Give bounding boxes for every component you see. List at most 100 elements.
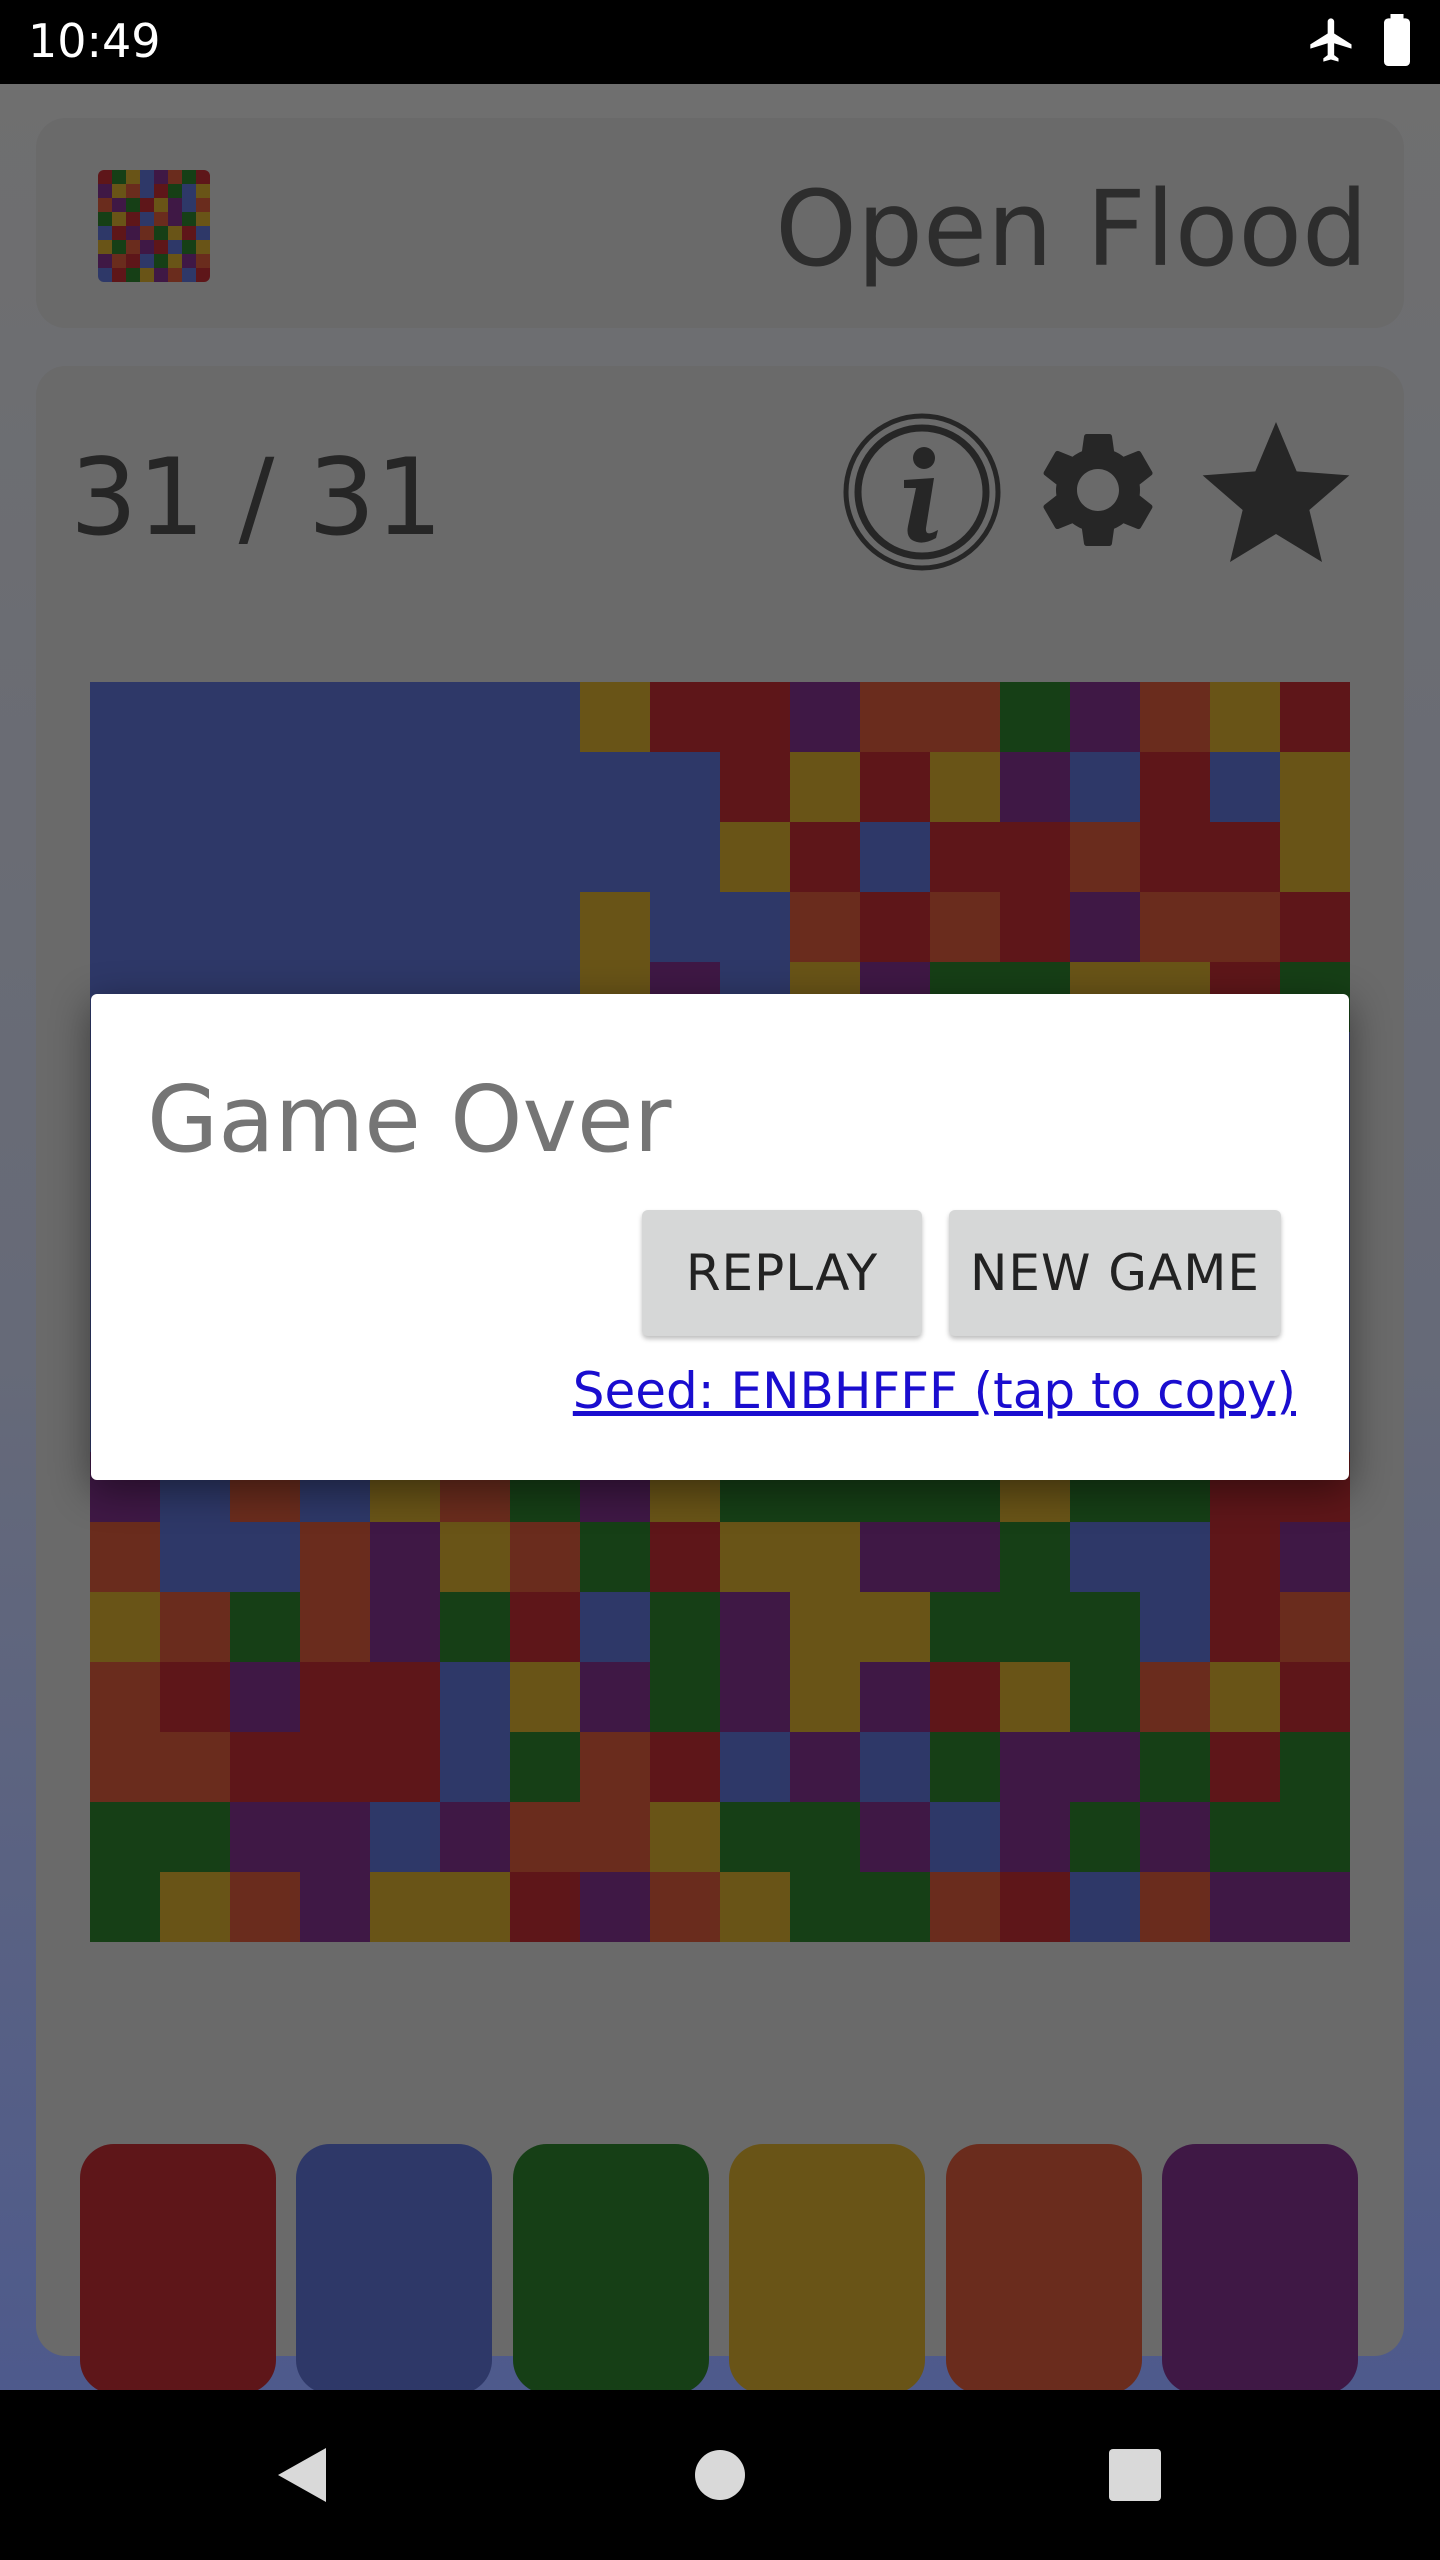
board-cell — [860, 822, 931, 893]
logo-tile — [126, 254, 140, 268]
board-cell — [1070, 1662, 1141, 1733]
board-cell — [510, 822, 581, 893]
board-cell — [1210, 1872, 1281, 1942]
color-button-blue[interactable] — [296, 2144, 492, 2394]
board-cell — [1000, 682, 1071, 753]
board-cell — [930, 1522, 1001, 1593]
color-button-yellow[interactable] — [729, 2144, 925, 2394]
star-icon[interactable] — [1196, 412, 1356, 576]
color-button-orange[interactable] — [946, 2144, 1142, 2394]
board-cell — [720, 1592, 791, 1663]
logo-tile — [98, 240, 112, 254]
board-cell — [650, 1872, 721, 1942]
info-icon[interactable] — [842, 412, 1002, 576]
board-cell — [370, 1732, 441, 1803]
board-cell — [1070, 892, 1141, 963]
board-cell — [580, 1732, 651, 1803]
logo-tile — [126, 240, 140, 254]
logo-tile — [112, 198, 126, 212]
board-cell — [90, 1592, 161, 1663]
board-cell — [720, 1802, 791, 1873]
logo-tile — [168, 184, 182, 198]
color-button-green[interactable] — [513, 2144, 709, 2394]
logo-tile — [112, 212, 126, 226]
board-cell — [650, 1592, 721, 1663]
board-cell — [300, 1592, 371, 1663]
board-cell — [230, 1662, 301, 1733]
board-cell — [90, 1872, 161, 1942]
logo-tile — [154, 240, 168, 254]
board-cell — [790, 1802, 861, 1873]
logo-tile — [196, 198, 210, 212]
board-cell — [1280, 1522, 1350, 1593]
recents-icon[interactable] — [1108, 2448, 1162, 2506]
board-cell — [230, 822, 301, 893]
board-cell — [930, 752, 1001, 823]
board-cell — [580, 822, 651, 893]
board-cell — [930, 1592, 1001, 1663]
logo-tile — [140, 268, 154, 282]
logo-tile — [168, 198, 182, 212]
board-cell — [1210, 682, 1281, 753]
logo-tile — [154, 254, 168, 268]
board-cell — [1210, 1802, 1281, 1873]
status-time: 10:49 — [28, 14, 161, 68]
board-cell — [1000, 892, 1071, 963]
board-cell — [300, 1732, 371, 1803]
replay-button[interactable]: REPLAY — [642, 1210, 922, 1336]
board-cell — [440, 892, 511, 963]
board-cell — [790, 682, 861, 753]
battery-icon — [1380, 14, 1414, 70]
board-cell — [230, 1802, 301, 1873]
board-cell — [1070, 1872, 1141, 1942]
board-cell — [1140, 682, 1211, 753]
board-cell — [1070, 1592, 1141, 1663]
board-cell — [90, 892, 161, 963]
airplane-icon — [1306, 14, 1358, 70]
board-cell — [300, 682, 371, 753]
logo-tile — [182, 198, 196, 212]
color-button-purple[interactable] — [1162, 2144, 1358, 2394]
logo-tile — [168, 268, 182, 282]
logo-tile — [112, 268, 126, 282]
board-cell — [1210, 822, 1281, 893]
board-cell — [510, 1732, 581, 1803]
board-cell — [230, 752, 301, 823]
settings-gear-icon[interactable] — [1028, 420, 1168, 564]
board-cell — [1140, 1802, 1211, 1873]
home-icon[interactable] — [693, 2448, 747, 2506]
board-cell — [440, 1522, 511, 1593]
seed-copy-link[interactable]: Seed: ENBHFFF (tap to copy) — [573, 1362, 1296, 1420]
board-cell — [650, 1802, 721, 1873]
logo-tile — [154, 184, 168, 198]
board-cell — [580, 1522, 651, 1593]
board-cell — [160, 1732, 231, 1803]
board-cell — [720, 1872, 791, 1942]
back-icon[interactable] — [270, 2442, 334, 2512]
board-cell — [1210, 1662, 1281, 1733]
board-cell — [1280, 1872, 1350, 1942]
move-counter: 31 / 31 — [70, 436, 443, 559]
color-button-red[interactable] — [80, 2144, 276, 2394]
header-card: Open Flood — [36, 118, 1404, 328]
new-game-button[interactable]: NEW GAME — [949, 1210, 1281, 1336]
board-cell — [650, 1662, 721, 1733]
app-logo-icon — [98, 170, 210, 282]
board-cell — [650, 892, 721, 963]
board-cell — [1070, 1802, 1141, 1873]
dialog-title: Game Over — [147, 1066, 672, 1173]
logo-tile — [98, 226, 112, 240]
board-cell — [790, 822, 861, 893]
board-cell — [860, 1522, 931, 1593]
logo-tile — [182, 254, 196, 268]
board-cell — [230, 682, 301, 753]
board-cell — [1210, 1522, 1281, 1593]
logo-tile — [140, 226, 154, 240]
board-cell — [1280, 752, 1350, 823]
logo-tile — [112, 226, 126, 240]
board-cell — [440, 682, 511, 753]
board-cell — [860, 1872, 931, 1942]
color-button-row — [80, 2144, 1360, 2394]
board-cell — [1280, 682, 1350, 753]
board-cell — [160, 1592, 231, 1663]
